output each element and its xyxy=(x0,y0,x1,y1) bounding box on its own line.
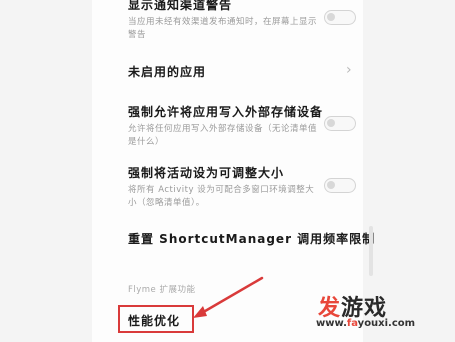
section-label-flyme-extensions: Flyme 扩展功能 xyxy=(128,285,196,295)
toggle-switch-notification-warning[interactable] xyxy=(324,10,356,25)
highlight-box xyxy=(118,305,194,333)
setting-item-force-resizable-activities[interactable]: 强制将活动设为可调整大小 将所有 Activity 设为可配合多窗口环境调整大 … xyxy=(128,164,314,210)
setting-desc-line-1: 将所有 Activity 设为可配合多窗口环境调整大 xyxy=(128,185,315,195)
setting-desc-line-1: 允许将任何应用写入外部存储设备（无论清单值 xyxy=(128,124,318,134)
watermark-logo: 发游戏 www.fayouxi.com xyxy=(308,288,450,340)
scrollbar[interactable] xyxy=(369,226,373,276)
setting-title: 强制允许将应用写入外部存储设备 xyxy=(128,105,324,119)
setting-item-reset-shortcutmanager[interactable]: 重置 ShortcutManager 调用频率限制 xyxy=(128,230,375,247)
setting-title: 未启用的应用 xyxy=(128,65,207,79)
setting-item-notification-channel-warning[interactable]: 显示通知渠道警告 当应用未经有效渠道发布通知时，在屏幕上显示 警告 xyxy=(128,0,317,42)
setting-desc-line-1: 当应用未经有效渠道发布通知时，在屏幕上显示 xyxy=(128,17,318,27)
setting-desc-line-2: 小（忽略清单值）。 xyxy=(128,198,205,208)
left-margin xyxy=(0,0,92,342)
setting-title: 显示通知渠道警告 xyxy=(128,0,233,12)
setting-title: 重置 ShortcutManager 调用频率限制 xyxy=(128,232,376,246)
setting-item-disabled-apps[interactable]: 未启用的应用 xyxy=(128,63,206,80)
watermark-url: www.fayouxi.com xyxy=(316,318,416,329)
chevron-right-icon: › xyxy=(346,62,352,78)
setting-item-force-external-storage[interactable]: 强制允许将应用写入外部存储设备 允许将任何应用写入外部存储设备（无论清单值 是什… xyxy=(128,103,323,149)
toggle-switch-resizable-activities[interactable] xyxy=(324,178,356,193)
setting-desc-line-2: 是什么） xyxy=(128,137,165,147)
setting-desc-line-2: 警告 xyxy=(128,30,147,40)
toggle-switch-external-storage[interactable] xyxy=(324,116,356,131)
setting-title: 强制将活动设为可调整大小 xyxy=(128,166,285,180)
